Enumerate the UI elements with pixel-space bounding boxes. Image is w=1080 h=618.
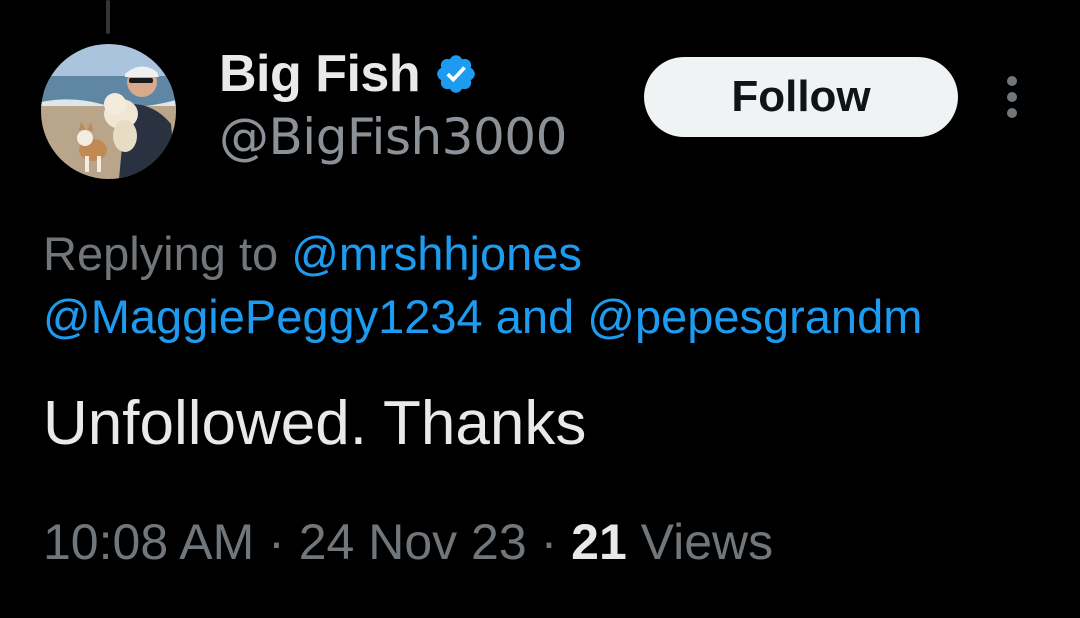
views-label[interactable]: Views (641, 514, 773, 570)
views-count[interactable]: 21 (571, 514, 627, 570)
tweet-text: Unfollowed. Thanks (43, 389, 587, 458)
more-vertical-icon[interactable] (996, 72, 1028, 122)
verified-badge-icon[interactable] (434, 52, 478, 96)
mention-link-pepesgrandm[interactable]: @pepesgrandm (587, 290, 922, 343)
tweet-time[interactable]: 10:08 AM (43, 514, 254, 570)
reply-context-line-2: @MaggiePeggy1234 and @pepesgrandm (43, 285, 1080, 348)
thread-connector-line (106, 0, 110, 34)
tweet-meta: 10:08 AM · 24 Nov 23 · 21 Views (43, 513, 773, 571)
author-display-name[interactable]: Big Fish (219, 44, 421, 104)
meta-separator: · (540, 514, 558, 570)
replying-to-label: Replying to (43, 227, 279, 280)
tweet-date[interactable]: 24 Nov 23 (299, 514, 527, 570)
author-handle[interactable]: @BigFish3000 (219, 108, 567, 166)
follow-button[interactable]: Follow (644, 57, 958, 137)
mention-link-maggiepeggy1234[interactable]: @MaggiePeggy1234 (43, 290, 483, 343)
avatar-photo (41, 44, 176, 179)
mention-link-mrshhjones[interactable]: @mrshhjones (291, 227, 582, 280)
author-name-row: Big Fish (219, 44, 478, 104)
reply-context-line-1: Replying to @mrshhjones (43, 222, 1080, 285)
avatar[interactable] (41, 44, 176, 179)
reply-context-connector[interactable]: and (496, 290, 574, 343)
meta-separator: · (268, 514, 285, 570)
reply-context: Replying to @mrshhjones @MaggiePeggy1234… (43, 222, 1080, 348)
